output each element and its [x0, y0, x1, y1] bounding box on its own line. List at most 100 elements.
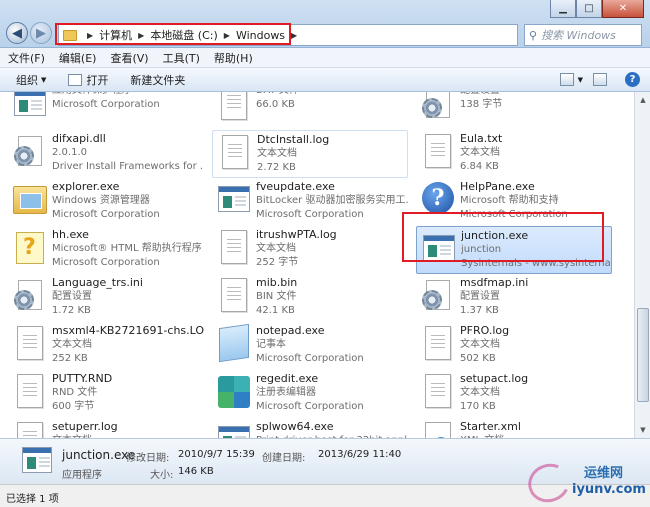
vertical-scrollbar[interactable]: ▲ ▼ [634, 92, 650, 438]
view-controls: ▼ ? [559, 72, 640, 87]
file-meta: 文本文档 [460, 387, 500, 398]
file-item[interactable]: notepad.exe 记事本 Microsoft Corporation [212, 322, 408, 370]
new-folder-label: 新建文件夹 [130, 73, 186, 87]
preview-pane-icon[interactable] [593, 73, 607, 86]
minimize-button[interactable]: ▁ [550, 0, 576, 18]
watermark-logo: 运维网 iyunv.com [522, 457, 648, 507]
file-meta: RND 文件 [52, 387, 98, 398]
file-meta: 1.37 KB [460, 305, 499, 316]
chevron-down-icon: ▼ [41, 75, 47, 84]
chevron-right-icon[interactable]: ▶ [291, 31, 297, 40]
selection-highlight-box [402, 212, 604, 262]
file-item[interactable]: explorer.exe Windows 资源管理器 Microsoft Corpo… [8, 178, 204, 226]
document-icon [420, 372, 456, 412]
file-meta: 文本文档 [52, 339, 92, 350]
xml-document-icon [420, 420, 456, 438]
file-item[interactable]: msdfmap.ini 配置设置 1.37 KB [416, 274, 612, 322]
file-meta: BIN 文件 [256, 291, 297, 302]
file-meta: 记事本 [256, 339, 286, 350]
file-meta: Microsoft® HTML 帮助执行程序 [52, 243, 202, 254]
file-item[interactable]: regedit.exe 注册表编辑器 Microsoft Corporation [212, 370, 408, 418]
file-meta: 配置设置 [52, 291, 92, 302]
window-icon [68, 73, 83, 86]
file-name: msxml4-KB2721691-chs.LOG [52, 324, 204, 337]
watermark-line2: iyunv.com [572, 482, 646, 497]
file-item[interactable]: difxapi.dll 2.0.1.0 Driver Install Framewo… [8, 130, 204, 178]
file-item[interactable]: splwow64.exePrint driver host for 32bit … [212, 418, 408, 438]
file-item[interactable]: Eula.txt 文本文档 6.84 KB [416, 130, 612, 178]
settings-file-icon [12, 276, 48, 316]
address-highlight-box [55, 23, 291, 45]
file-item[interactable]: mib.bin BIN 文件 42.1 KB [212, 274, 408, 322]
document-icon [12, 372, 48, 412]
file-name: Starter.xml [460, 420, 521, 433]
menu-help[interactable]: 帮助(H) [214, 50, 253, 66]
command-bar: 组织 ▼ 打开 新建文件夹 ▼ ? [0, 68, 650, 92]
file-item[interactable]: setupact.log 文本文档 170 KB [416, 370, 612, 418]
open-label: 打开 [86, 73, 109, 87]
organize-button[interactable]: 组织 ▼ [16, 72, 46, 88]
scroll-up-icon[interactable]: ▲ [636, 93, 650, 107]
file-item[interactable]: msxml4-KB2721691-chs.LOG 文本文档 252 KB [8, 322, 204, 370]
notepad-icon [216, 323, 252, 364]
menu-tools[interactable]: 工具(T) [163, 50, 200, 66]
logo-icon [522, 457, 576, 507]
file-meta: 文本文档 [257, 148, 297, 159]
size-label: 大小: [150, 470, 174, 481]
window-controls: ▁ □ ✕ [550, 0, 644, 18]
title-bar: ▁ □ ✕ ◀ ▶ ▶ 计算机 ▶ 本地磁盘 (C:) ▶ Windows ▶ … [0, 0, 650, 65]
file-meta: 文本文档 [460, 339, 500, 350]
search-placeholder: 搜索 Windows [541, 29, 616, 42]
settings-file-icon [420, 92, 456, 124]
file-name: mib.bin [256, 276, 298, 289]
forward-button[interactable]: ▶ [30, 22, 52, 44]
file-item[interactable]: DtcInstall.log 文本文档 2.72 KB [212, 130, 408, 178]
file-item[interactable]: fveupdate.exe BitLocker 驱动器加密服务实用工... Micr… [212, 178, 408, 226]
document-icon [216, 92, 252, 124]
file-meta: 2.0.1.0 [52, 147, 87, 158]
file-item[interactable]: Language_trs.ini 配置设置 1.72 KB [8, 274, 204, 322]
menu-file[interactable]: 文件(F) [8, 50, 45, 66]
chevron-down-icon[interactable]: ▼ [578, 76, 583, 84]
file-meta: 252 字节 [256, 257, 299, 268]
settings-file-icon [12, 132, 48, 172]
file-item[interactable]: PFRO.log 文本文档 502 KB [416, 322, 612, 370]
file-item[interactable]: hh.exe Microsoft® HTML 帮助执行程序 Microsoft Co… [8, 226, 204, 274]
application-icon [216, 420, 252, 438]
application-icon [12, 92, 48, 124]
maximize-button[interactable]: □ [576, 0, 602, 18]
menu-edit[interactable]: 编辑(E) [59, 50, 97, 66]
modified-value: 2010/9/7 15:39 [178, 449, 255, 460]
menu-bar: 文件(F) 编辑(E) 查看(V) 工具(T) 帮助(H) [0, 48, 650, 68]
help-icon[interactable]: ? [625, 72, 640, 87]
file-meta: 2.72 KB [257, 162, 296, 173]
file-meta: 138 字节 [460, 99, 503, 110]
file-item[interactable]: DAT 文件66.0 KB [212, 92, 408, 130]
file-meta: Microsoft Corporation [256, 209, 364, 220]
file-name: setupact.log [460, 372, 529, 385]
file-item[interactable]: itrushwPTA.log 文本文档 252 字节 [212, 226, 408, 274]
change-view-icon[interactable] [559, 73, 574, 86]
organize-label: 组织 [16, 73, 38, 87]
open-button[interactable]: 打开 [68, 72, 108, 88]
registry-cubes-icon [216, 372, 252, 412]
scroll-down-icon[interactable]: ▼ [636, 423, 650, 437]
search-input[interactable]: ⚲ 搜索 Windows [524, 24, 642, 46]
menu-view[interactable]: 查看(V) [110, 50, 148, 66]
file-item[interactable]: 配置设置138 字节 [416, 92, 612, 130]
new-folder-button[interactable]: 新建文件夹 [130, 72, 185, 88]
file-name: regedit.exe [256, 372, 319, 385]
file-meta: 注册表编辑器 [256, 387, 316, 398]
scroll-thumb[interactable] [637, 308, 649, 402]
file-item[interactable]: setuperr.log文本文档0 字节 [8, 418, 204, 438]
file-item[interactable]: Starter.xmlXML 文档40.0 KB [416, 418, 612, 438]
file-item[interactable]: 应用文件保护程序Microsoft Corporation [8, 92, 204, 130]
created-value: 2013/6/29 11:40 [318, 449, 402, 460]
file-meta: 600 字节 [52, 401, 95, 412]
file-name: explorer.exe [52, 180, 120, 193]
file-item[interactable]: PUTTY.RND RND 文件 600 字节 [8, 370, 204, 418]
file-name: HelpPane.exe [460, 180, 535, 193]
close-button[interactable]: ✕ [602, 0, 644, 18]
settings-file-icon [420, 276, 456, 316]
back-button[interactable]: ◀ [6, 22, 28, 44]
